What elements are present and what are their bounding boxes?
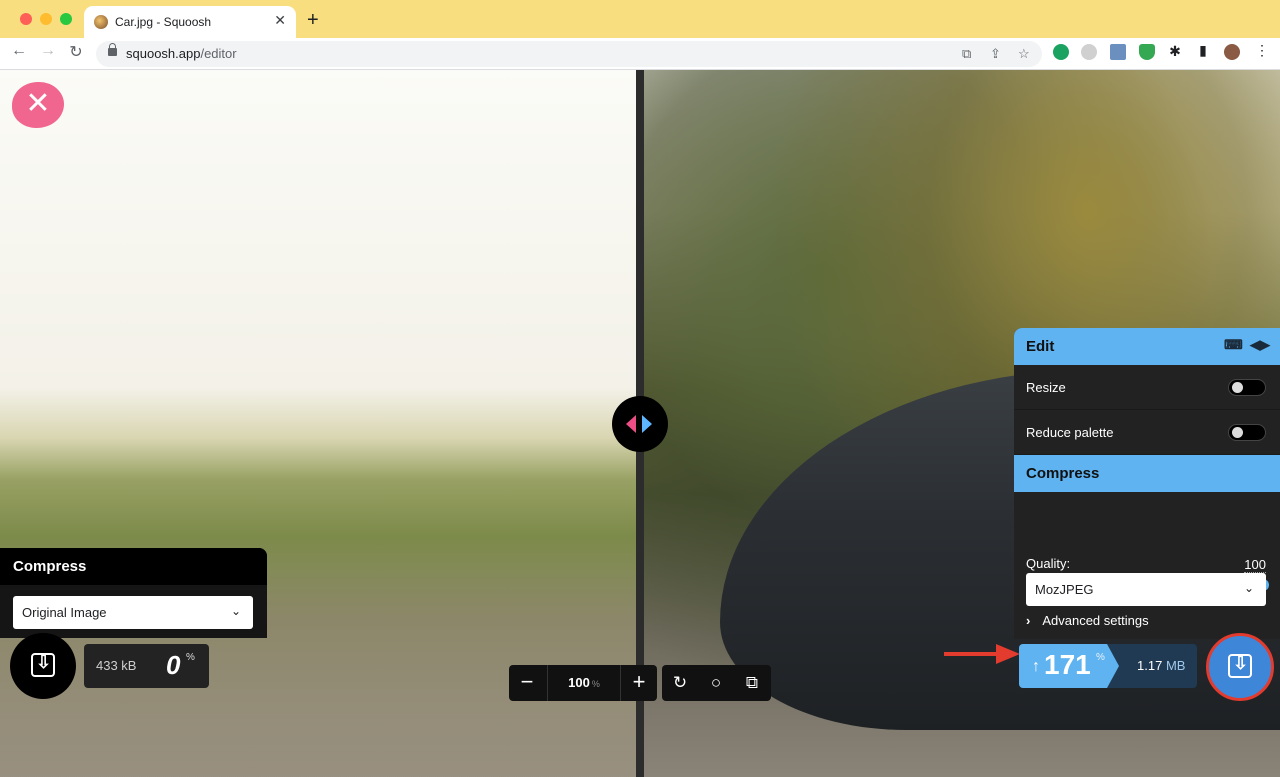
side-by-side-icon[interactable]: ⧉ <box>741 672 763 694</box>
compress-section-header: Compress <box>1014 455 1280 492</box>
left-size-info: 433 kB 0 % <box>84 644 209 688</box>
advanced-settings-toggle[interactable]: › Advanced settings <box>1026 613 1149 628</box>
file-size-unit: MB <box>1165 658 1186 673</box>
edit-section-header: Edit ⌨ ◀▶ <box>1014 328 1280 365</box>
left-file-size: 433 kB <box>96 658 137 673</box>
shield-extension-icon[interactable] <box>1139 44 1155 60</box>
zoom-out-button[interactable]: − <box>509 671 545 693</box>
size-increase-arrow-icon: ↑ <box>1032 658 1040 675</box>
browser-tab-bar: Car.jpg - Squoosh ✕ + <box>0 0 1280 38</box>
favicon-icon <box>94 15 108 29</box>
url-text: squoosh.app/editor <box>126 46 237 61</box>
file-size-value: 1.17 <box>1137 658 1163 673</box>
reduce-palette-toggle[interactable] <box>1228 424 1266 441</box>
share-icon[interactable]: ⇪ <box>990 46 1001 62</box>
forward-arrow-icon[interactable]: → <box>38 42 58 60</box>
reload-icon[interactable]: ↻ <box>66 42 86 62</box>
new-tab-button[interactable]: + <box>307 10 319 30</box>
window-zoom-button[interactable] <box>60 13 72 25</box>
edit-title: Edit <box>1026 338 1055 355</box>
resize-row: Resize <box>1014 365 1280 410</box>
extension-card-icon[interactable] <box>1110 44 1126 60</box>
zoom-unit: % <box>591 679 600 689</box>
left-options-panel: Compress Original Image ⌄ <box>0 548 267 638</box>
view-tools: ↻ ○ ⧉ <box>662 665 771 701</box>
bookmark-star-icon[interactable]: ☆ <box>1018 46 1030 62</box>
download-original-button[interactable] <box>10 633 76 699</box>
back-arrow-icon[interactable]: ← <box>9 42 29 60</box>
window-minimize-button[interactable] <box>40 13 52 25</box>
browser-toolbar: ← → ↻ squoosh.app/editor ⧉ ⇪ ☆ ✱ ▮ ⋮ <box>0 38 1280 70</box>
chevron-right-icon: › <box>1026 613 1031 628</box>
left-percent-sign: % <box>186 652 195 663</box>
download-icon <box>1228 653 1252 678</box>
lock-icon <box>108 43 117 56</box>
handle-left-arrow-icon <box>626 415 636 433</box>
address-bar[interactable]: squoosh.app/editor ⧉ ⇪ ☆ <box>96 41 1042 67</box>
compress-method-value: MozJPEG <box>1035 582 1094 597</box>
open-external-icon[interactable]: ⧉ <box>962 46 971 62</box>
tab-close-icon[interactable]: ✕ <box>274 12 286 29</box>
left-panel-title: Compress <box>0 548 267 585</box>
handle-right-arrow-icon <box>642 415 652 433</box>
resize-label: Resize <box>1026 380 1066 395</box>
profile-avatar[interactable] <box>1224 44 1240 60</box>
annotation-arrow-icon <box>944 644 1020 664</box>
tab-title: Car.jpg - Squoosh <box>115 15 212 29</box>
chevron-down-icon: ⌄ <box>230 604 241 618</box>
divider-handle[interactable] <box>612 396 668 452</box>
download-icon <box>31 652 55 677</box>
background-toggle-icon[interactable]: ○ <box>705 672 727 694</box>
rotate-icon[interactable]: ↻ <box>669 672 691 694</box>
reduce-palette-label: Reduce palette <box>1026 425 1114 440</box>
chevron-down-icon: ⌄ <box>1243 581 1254 595</box>
browser-menu-icon[interactable]: ⋮ <box>1252 42 1272 59</box>
advanced-settings-label: Advanced settings <box>1042 613 1149 628</box>
zoom-value: 100 <box>568 675 590 690</box>
quality-label: Quality: <box>1026 556 1071 571</box>
puzzle-extensions-icon[interactable]: ✱ <box>1165 43 1185 60</box>
compress-method-select[interactable]: MozJPEG ⌄ <box>1026 573 1266 606</box>
url-path: /editor <box>200 46 237 61</box>
right-size-info: ↑ 171 % 1.17 MB <box>1019 644 1197 688</box>
cli-terminal-icon[interactable]: ⌨ <box>1224 337 1243 352</box>
download-compressed-button[interactable] <box>1206 633 1274 701</box>
compressed-file-size: 1.17 MB <box>1137 658 1185 673</box>
grammarly-extension-icon[interactable] <box>1053 44 1069 60</box>
side-panel-icon[interactable]: ▮ <box>1193 42 1213 59</box>
zoom-controls: − 100% + <box>509 665 657 701</box>
browser-tab[interactable]: Car.jpg - Squoosh ✕ <box>84 6 296 38</box>
left-percent: 0 <box>166 650 181 680</box>
size-change-percent: 171 <box>1044 649 1091 680</box>
zoom-value-input[interactable]: 100% <box>547 665 621 701</box>
size-change-percent-sign: % <box>1096 652 1105 663</box>
window-close-button[interactable] <box>20 13 32 25</box>
left-method-value: Original Image <box>22 605 107 620</box>
copy-settings-arrows-icon[interactable]: ◀▶ <box>1250 337 1270 352</box>
left-method-select[interactable]: Original Image ⌄ <box>13 596 253 629</box>
url-host: squoosh.app <box>126 46 201 61</box>
zoom-in-button[interactable]: + <box>621 671 657 693</box>
resize-toggle[interactable] <box>1228 379 1266 396</box>
reduce-palette-row: Reduce palette <box>1014 410 1280 455</box>
extension-icon[interactable] <box>1081 44 1097 60</box>
quality-value[interactable]: 100 <box>1244 557 1266 573</box>
